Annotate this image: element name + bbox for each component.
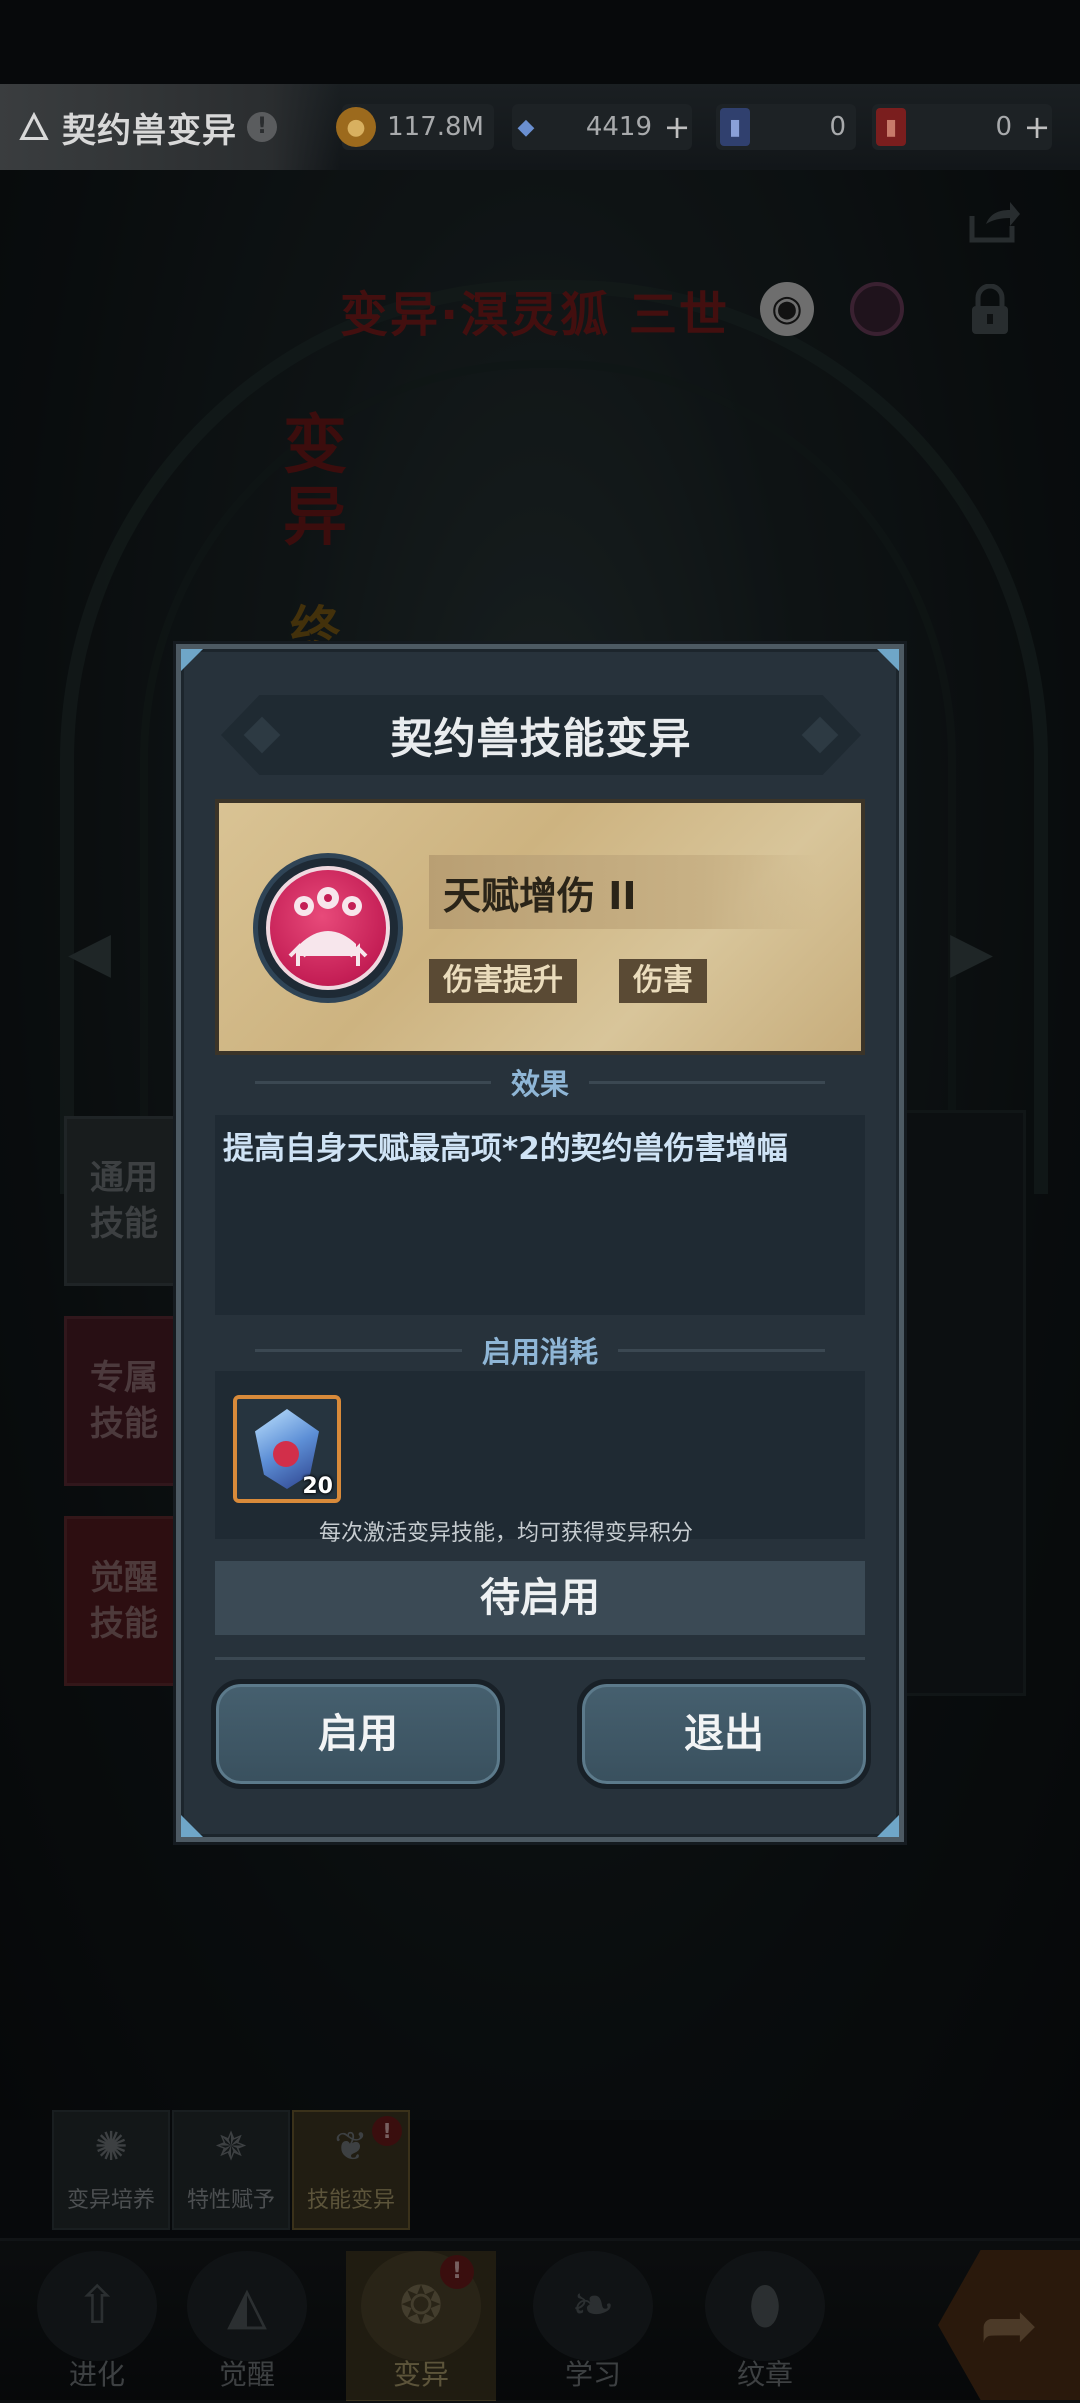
enable-button[interactable]: 启用 bbox=[211, 1679, 505, 1789]
blue-card-icon: ▮ bbox=[720, 108, 750, 146]
add-red-card-button[interactable]: + bbox=[1022, 108, 1052, 146]
add-crystal-button[interactable]: + bbox=[662, 108, 692, 146]
skill-tag: 伤害 bbox=[619, 959, 707, 1003]
cost-section-title: 启用消耗 bbox=[215, 1329, 865, 1369]
exit-button[interactable]: 退出 bbox=[577, 1679, 871, 1789]
resource-crystal: ◆ 4419 + bbox=[512, 104, 692, 150]
skill-icon-frame bbox=[253, 853, 403, 1003]
skill-tag: 伤害提升 bbox=[429, 959, 577, 1003]
dialog-header: 契约兽技能变异 bbox=[221, 695, 861, 775]
corner-ornament bbox=[877, 649, 899, 671]
paw-up-icon bbox=[266, 866, 390, 990]
red-card-icon: ▮ bbox=[876, 108, 906, 146]
title-tab: 🜂 契约兽变异 ! bbox=[0, 84, 340, 170]
skill-name: 天赋增伤 II bbox=[443, 874, 637, 918]
corner-ornament bbox=[181, 649, 203, 671]
skill-card: 天赋增伤 II 伤害提升 伤害 bbox=[215, 799, 865, 1055]
resource-value: 0 bbox=[995, 112, 1012, 142]
effect-text: 提高自身天赋最高项*2的契约兽伤害增幅 bbox=[223, 1131, 788, 1167]
resource-value: 0 bbox=[829, 112, 846, 142]
dialog-title: 契约兽技能变异 bbox=[390, 713, 692, 763]
skill-mutation-dialog: 契约兽技能变异 天赋增伤 II 伤害提升 伤害 效果 提高自身天赋最高项*2的契… bbox=[176, 644, 904, 1842]
cost-item-count: 20 bbox=[302, 1474, 333, 1499]
diamond-ornament bbox=[801, 716, 839, 754]
cost-item-slot[interactable]: 20 bbox=[233, 1395, 341, 1503]
status-label: 待启用 bbox=[215, 1561, 865, 1635]
diamond-ornament bbox=[243, 716, 281, 754]
resource-gold: ● 117.8M bbox=[336, 104, 494, 150]
effect-box: 提高自身天赋最高项*2的契约兽伤害增幅 bbox=[215, 1115, 865, 1315]
page-title: 契约兽变异 bbox=[62, 110, 237, 151]
effect-section-title: 效果 bbox=[215, 1061, 865, 1101]
gem-core bbox=[273, 1441, 299, 1467]
resource-blue-card: ▮ 0 bbox=[716, 104, 856, 150]
section-label: 启用消耗 bbox=[461, 1335, 618, 1369]
cost-box: 20 bbox=[215, 1371, 865, 1539]
resource-value: 117.8M bbox=[387, 112, 484, 142]
corner-ornament bbox=[877, 1815, 899, 1837]
resource-value: 4419 bbox=[585, 112, 652, 142]
section-label: 效果 bbox=[490, 1067, 589, 1101]
hint-text: 每次激活变异技能，均可获得变异积分 bbox=[318, 1521, 693, 1546]
info-icon[interactable]: ! bbox=[247, 112, 277, 142]
gold-coin-icon: ● bbox=[336, 107, 376, 147]
crystal-icon: ◆ bbox=[517, 114, 535, 140]
divider bbox=[215, 1657, 865, 1660]
resource-red-card: ▮ 0 + bbox=[872, 104, 1052, 150]
flame-icon: 🜂 bbox=[17, 105, 51, 149]
corner-ornament bbox=[181, 1815, 203, 1837]
